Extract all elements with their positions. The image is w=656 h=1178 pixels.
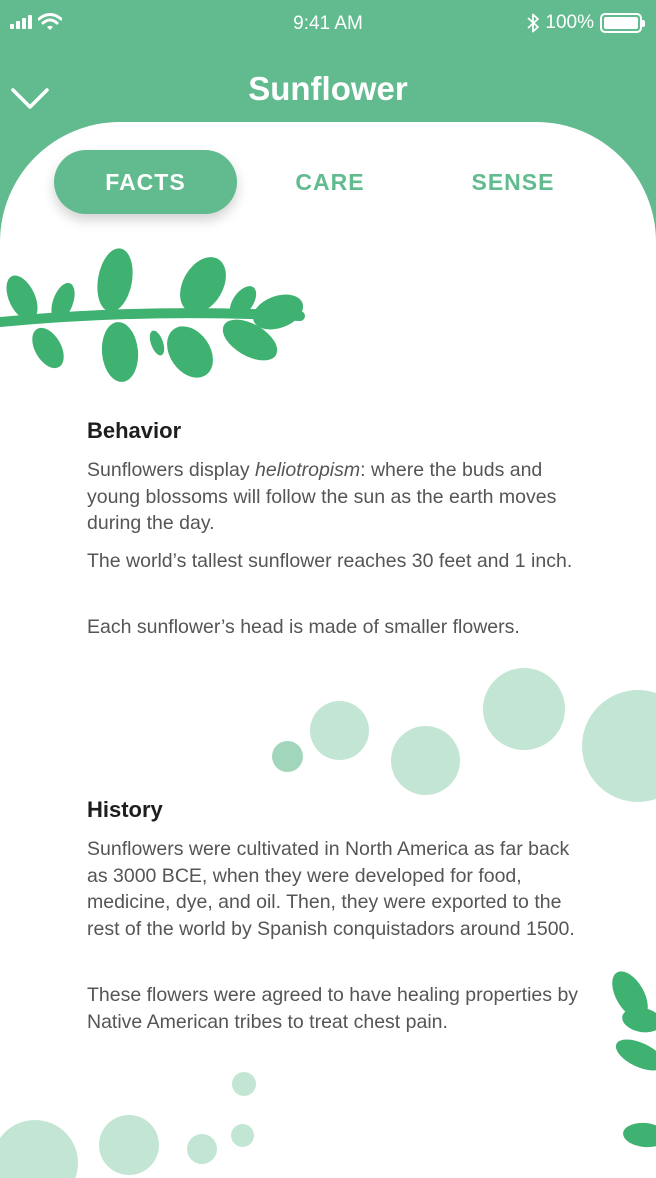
status-right: 100% — [527, 12, 645, 34]
heliotropism-term: heliotropism — [255, 459, 361, 481]
history-paragraph-2: These flowers were agreed to have healin… — [87, 984, 579, 1033]
leaf-cluster-illustration — [612, 971, 656, 1148]
tab-facts[interactable]: FACTS — [54, 150, 237, 214]
decorative-bubble — [99, 1115, 159, 1175]
section-title-history: History — [87, 797, 163, 822]
behavior-paragraph-1: Sunflowers display heliotropism: where t… — [87, 459, 557, 534]
history-paragraph-1: Sunflowers were cultivated in North Amer… — [87, 838, 575, 940]
bluetooth-icon — [527, 13, 540, 33]
decorative-bubble — [187, 1134, 217, 1164]
decorative-bubble — [483, 668, 565, 750]
decorative-bubble — [231, 1124, 254, 1147]
page-title: Sunflower — [248, 70, 408, 107]
tab-sense[interactable]: SENSE — [425, 150, 601, 214]
leaf-branch-illustration — [0, 248, 305, 382]
section-title-behavior: Behavior — [87, 418, 182, 443]
battery-percentage: 100% — [545, 12, 594, 33]
behavior-paragraph-2: The world’s tallest sunflower reaches 30… — [87, 550, 573, 572]
decorative-bubble — [272, 741, 303, 772]
status-bar: 9:41 AM 100% — [0, 0, 656, 50]
decorative-bubble — [232, 1072, 256, 1096]
tab-care[interactable]: CARE — [240, 150, 420, 214]
decorative-bubble — [310, 701, 369, 760]
behavior-paragraph-3: Each sunflower’s head is made of smaller… — [87, 616, 520, 638]
decorative-bubble — [391, 726, 460, 795]
battery-icon — [600, 13, 645, 33]
